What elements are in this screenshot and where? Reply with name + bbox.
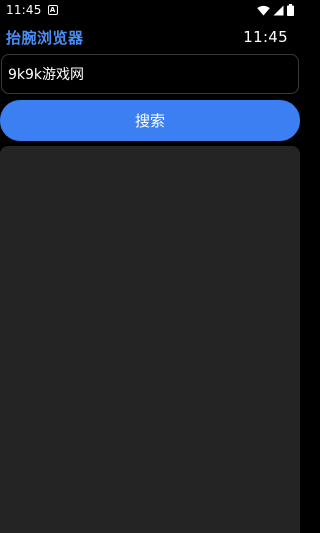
app-header: 抬腕浏览器 11:45 [0,24,300,50]
signal-icon [273,5,284,16]
wifi-icon [257,5,270,16]
app-notification-icon: A [47,5,58,15]
search-input[interactable] [1,54,299,94]
status-left: 11:45 A [6,3,58,17]
results-panel [0,146,300,533]
status-bar: 11:45 A [0,0,300,20]
header-clock: 11:45 [243,28,288,46]
app-title: 抬腕浏览器 [6,28,84,47]
battery-icon [287,4,294,16]
search-button[interactable]: 搜索 [0,100,300,141]
status-right [257,4,294,16]
status-time: 11:45 [6,3,42,17]
